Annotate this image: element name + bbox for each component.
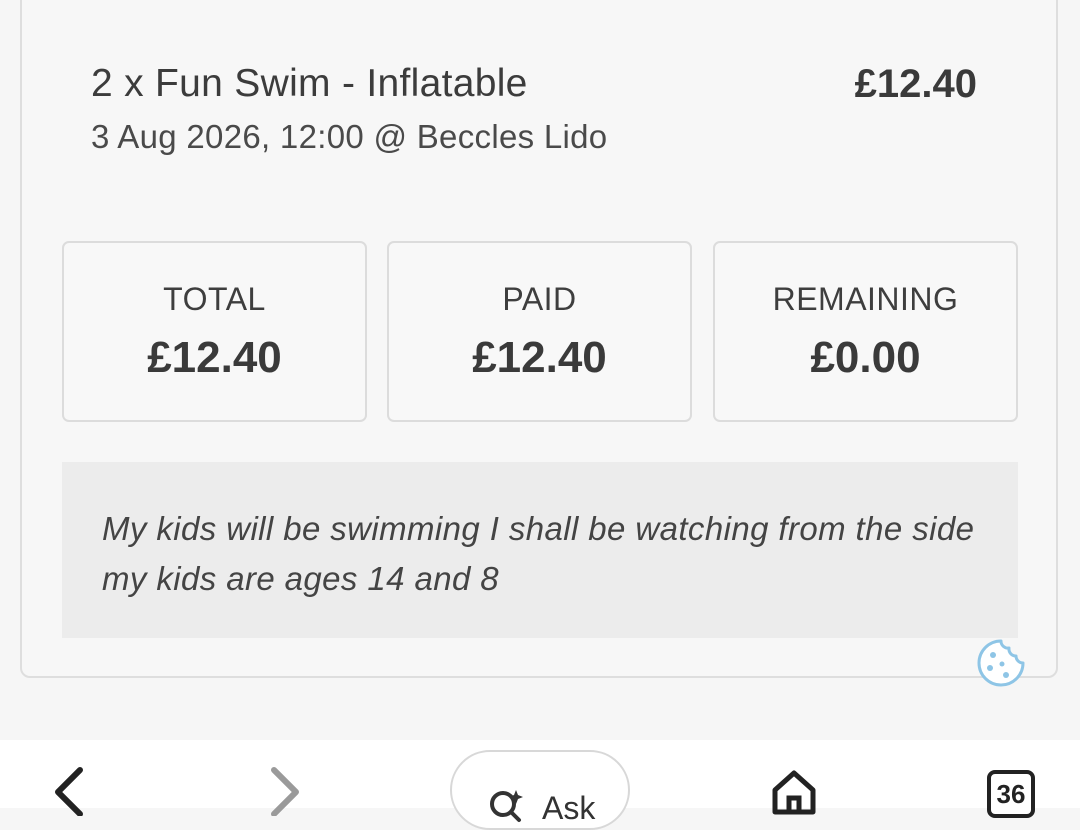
back-arrow-icon[interactable]	[48, 766, 88, 821]
item-details: 3 Aug 2026, 12:00 @ Beccles Lido	[91, 118, 608, 155]
ask-button[interactable]: Ask	[450, 750, 630, 830]
item-title: 2 x Fun Swim - Inflatable	[91, 62, 528, 105]
browser-toolbar: Ask 36	[0, 740, 1080, 830]
total-box: TOTAL £12.40	[62, 241, 367, 422]
remaining-box: REMAINING £0.00	[713, 241, 1018, 422]
ask-label: Ask	[542, 790, 596, 826]
remaining-label: REMAINING	[772, 281, 959, 317]
forward-arrow-icon[interactable]	[266, 766, 306, 821]
ask-sparkle-search-icon	[490, 790, 523, 822]
tabs-icon[interactable]: 36	[987, 770, 1035, 818]
paid-box: PAID £12.40	[387, 241, 692, 422]
home-icon[interactable]	[770, 768, 818, 821]
cookie-icon[interactable]	[976, 638, 1026, 688]
paid-label: PAID	[502, 281, 577, 317]
total-value: £12.40	[147, 333, 282, 382]
item-price: £12.40	[854, 62, 977, 106]
remaining-value: £0.00	[810, 333, 921, 382]
paid-value: £12.40	[472, 333, 607, 382]
total-label: TOTAL	[163, 281, 266, 317]
booking-note: My kids will be swimming I shall be watc…	[62, 462, 1018, 638]
